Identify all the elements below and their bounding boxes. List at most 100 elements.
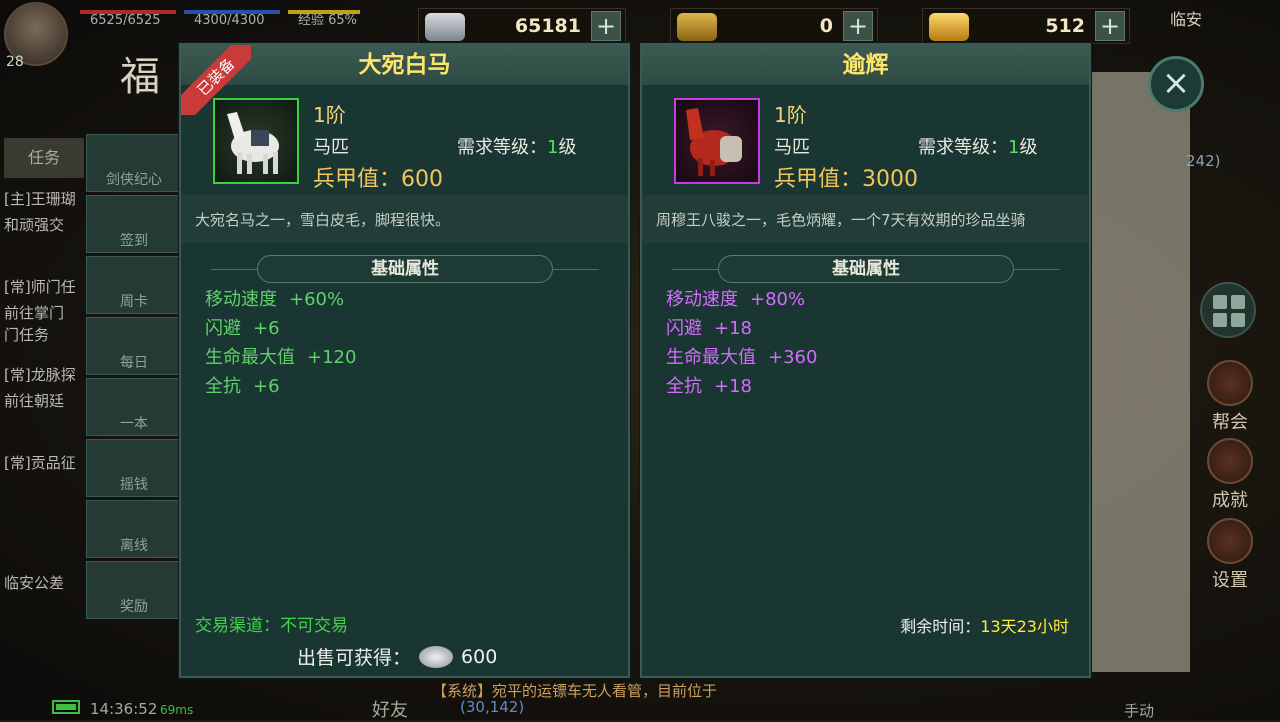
attr-name: 闪避 [666, 318, 702, 339]
req-unit: 级 [558, 137, 577, 158]
friends-button[interactable]: 好友 [372, 696, 408, 722]
settings-button[interactable]: 设置 [1200, 518, 1260, 592]
section-divider [1014, 269, 1060, 270]
trophy-icon [1207, 438, 1253, 484]
quest-line[interactable]: 和顽强交 [4, 214, 64, 235]
sell-value: 600 [461, 645, 498, 668]
mp-value: 4300/4300 [194, 13, 265, 28]
menu-item[interactable]: 奖励 [86, 561, 182, 619]
item-description: 周穆王八骏之一，毛色炳耀，一个7天有效期的珍品坐骑 [656, 211, 1026, 229]
item-description: 大宛名马之一，雪白皮毛，脚程很快。 [195, 211, 451, 229]
quest-line[interactable]: [常]龙脉探 [4, 364, 76, 385]
remain-label: 剩余时间： [900, 617, 981, 636]
menu-item[interactable]: 一本 [86, 378, 182, 436]
quest-line[interactable]: 前往掌门 [4, 302, 64, 323]
base-attributes-title: 基础属性 [257, 255, 553, 283]
req-level: 1 [1008, 137, 1020, 158]
quest-line[interactable]: [常]师门任 [4, 276, 76, 297]
item-requirement: 需求等级：1级 [918, 133, 1037, 159]
silver-ingot-icon [425, 13, 465, 41]
compare-item-tooltip: 逾辉 1阶 马匹 需求等级：1级 兵甲值：3000 周穆王八骏之一，毛色炳耀，一… [640, 43, 1091, 678]
location-name: 临安 [1170, 10, 1203, 29]
fu-emblem: 福 [120, 54, 160, 100]
silver-amount: 65181 [514, 15, 581, 37]
xp-bar: 经验 65% [288, 6, 398, 32]
menu-item[interactable]: 周卡 [86, 256, 182, 314]
attr-name: 生命最大值 [205, 347, 295, 368]
attribute-list: 移动速度 +80% 闪避 +18 生命最大值 +360 全抗 +18 [666, 285, 817, 401]
mp-bar: 4300/4300 [184, 6, 280, 32]
add-gold-button[interactable]: + [1095, 11, 1125, 41]
attr-name: 全抗 [666, 376, 702, 397]
attribute-row: 移动速度 +60% [205, 285, 356, 314]
menu-item[interactable]: 签到 [86, 195, 182, 253]
item-armor-value: 兵甲值：3000 [774, 167, 918, 192]
silver-currency: 65181 + [418, 8, 626, 44]
attribute-row: 闪避 +6 [205, 314, 356, 343]
quest-tracker: 任务 [主]王珊瑚 和顽强交 [常]师门任 前往掌门 门任务 [常]龙脉探 前往… [0, 126, 90, 686]
section-divider [553, 269, 599, 270]
achievement-button[interactable]: 成就 [1200, 438, 1260, 512]
player-level: 28 [6, 54, 24, 70]
attr-value: +360 [768, 347, 818, 368]
quest-line[interactable]: [常]贡品征 [4, 452, 76, 473]
attr-name: 移动速度 [666, 289, 738, 310]
manual-mode-button[interactable]: 手动 [1124, 700, 1154, 721]
quest-location-note: 临安公差 [4, 574, 65, 592]
silver-ingot-icon [419, 645, 454, 668]
quest-line[interactable]: 门任务 [4, 324, 49, 345]
attribute-list: 移动速度 +60% 闪避 +6 生命最大值 +120 全抗 +6 [205, 285, 356, 401]
menu-item[interactable]: 剑侠纪心 [86, 134, 182, 192]
quest-tab[interactable]: 任务 [4, 138, 84, 178]
attribute-row: 生命最大值 +360 [666, 343, 817, 372]
ticket-icon [677, 13, 717, 41]
guild-label: 帮会 [1212, 412, 1248, 433]
trade-channel: 交易渠道：不可交易 [195, 616, 348, 636]
sell-price: 出售可获得： 600 [297, 643, 497, 670]
achievement-label: 成就 [1212, 490, 1248, 511]
attr-value: +18 [714, 376, 752, 397]
grid-menu-button[interactable] [1200, 282, 1256, 338]
attr-value: +6 [253, 376, 280, 397]
hp-bar: 6525/6525 [80, 6, 176, 32]
section-divider [211, 269, 257, 270]
sell-label: 出售可获得： [297, 647, 412, 669]
attr-value: +120 [307, 347, 357, 368]
attr-name: 移动速度 [205, 289, 277, 310]
req-unit: 级 [1019, 137, 1038, 158]
attr-value: +80% [750, 289, 806, 310]
item-name: 逾辉 [642, 45, 1089, 85]
add-silver-button[interactable]: + [591, 11, 621, 41]
req-level: 1 [547, 137, 559, 158]
close-button[interactable]: × [1148, 56, 1204, 112]
guild-button[interactable]: 帮会 [1200, 360, 1260, 434]
quest-line[interactable]: 前往朝廷 [4, 390, 64, 411]
attribute-row: 全抗 +6 [205, 372, 356, 401]
item-kind: 马匹 [313, 137, 349, 158]
attribute-row: 生命最大值 +120 [205, 343, 356, 372]
menu-item[interactable]: 每日 [86, 317, 182, 375]
attribute-row: 闪避 +18 [666, 314, 817, 343]
settings-label: 设置 [1212, 570, 1248, 591]
remaining-time: 剩余时间：13天23小时 [900, 613, 1069, 637]
chat-coords[interactable]: (30,142) [460, 698, 524, 716]
menu-item[interactable]: 摇钱 [86, 439, 182, 497]
gold-ingot-icon [929, 13, 969, 41]
attribute-row: 全抗 +18 [666, 372, 817, 401]
gold-currency: 512 + [922, 8, 1130, 44]
req-label: 需求等级： [457, 137, 547, 158]
quest-line[interactable]: [主]王珊瑚 [4, 188, 76, 209]
xp-value: 经验 65% [298, 13, 358, 28]
ticket-amount: 0 [819, 15, 833, 37]
gold-amount: 512 [1045, 15, 1085, 37]
score-text: 242) [1186, 152, 1221, 170]
menu-item[interactable]: 离线 [86, 500, 182, 558]
attribute-row: 移动速度 +80% [666, 285, 817, 314]
base-attributes-title: 基础属性 [718, 255, 1014, 283]
attr-name: 全抗 [205, 376, 241, 397]
guild-icon [1207, 360, 1253, 406]
item-armor-value: 兵甲值：600 [313, 167, 443, 192]
add-ticket-button[interactable]: + [843, 11, 873, 41]
attr-name: 生命最大值 [666, 347, 756, 368]
section-divider [672, 269, 718, 270]
